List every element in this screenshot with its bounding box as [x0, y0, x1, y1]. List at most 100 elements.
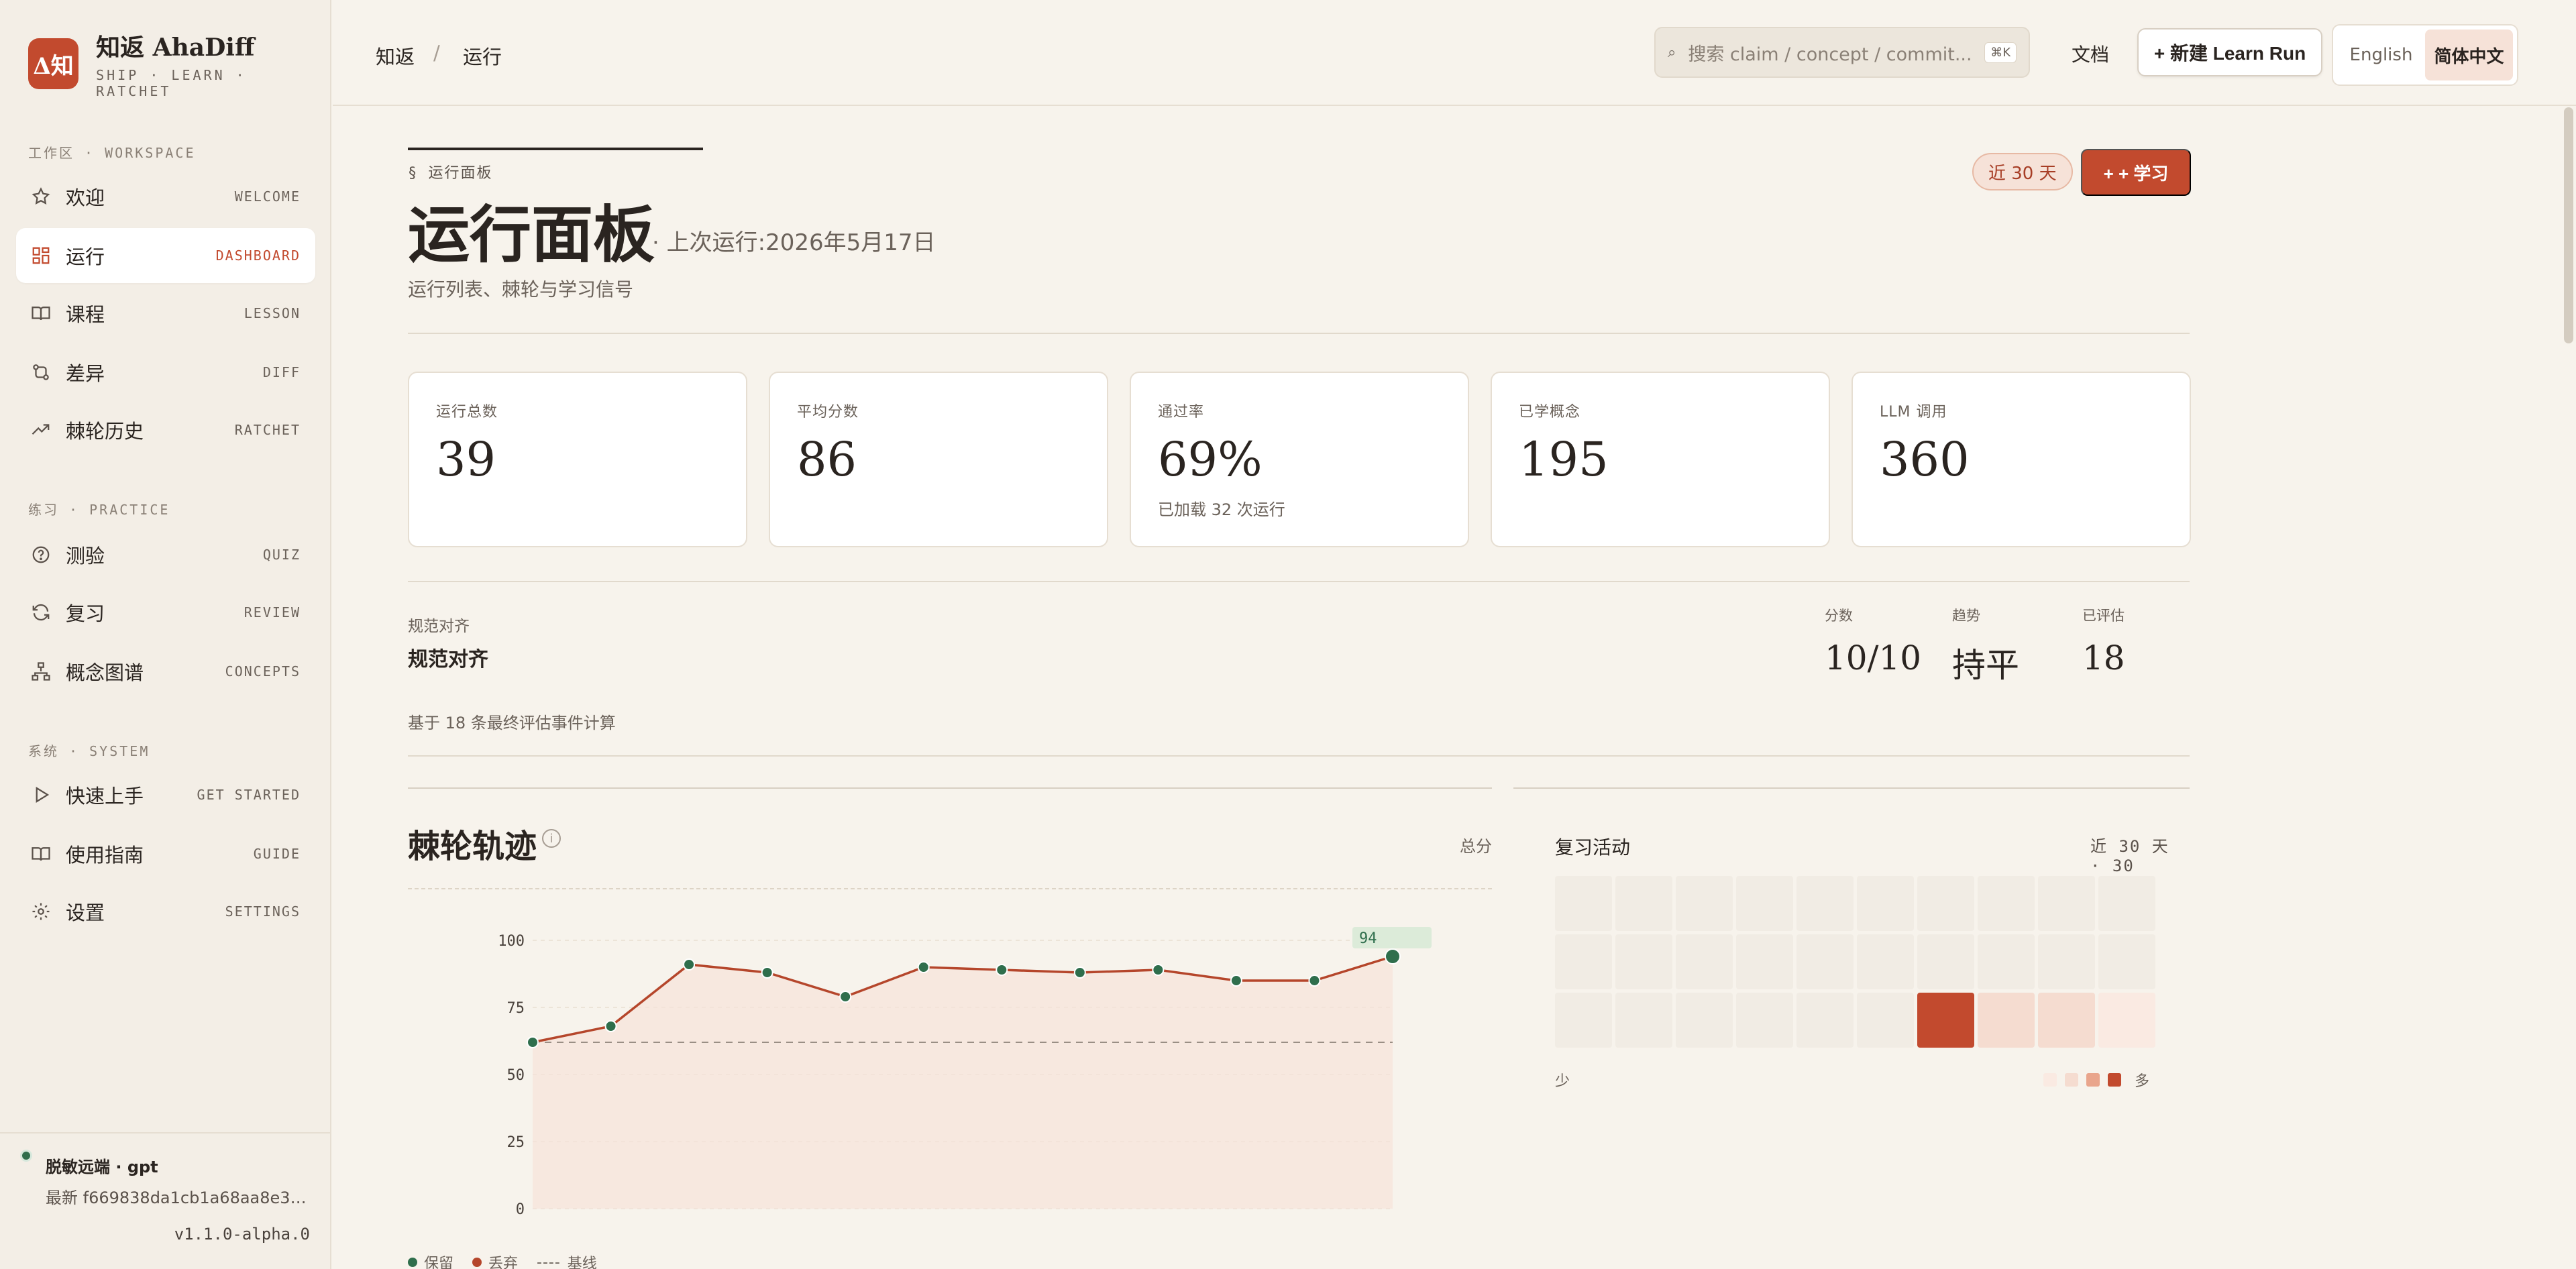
heatmap-cell[interactable] [2098, 876, 2155, 931]
sidebar-item-code: WELCOME [234, 188, 301, 205]
stat-sub: 已加载 32 次运行 [1158, 500, 1285, 519]
chart-metric-label: 总分 [1460, 837, 1492, 856]
new-learn-run-button[interactable]: + 新建 Learn Run [2137, 28, 2322, 76]
heatmap-cell[interactable] [2038, 993, 2095, 1048]
divider [408, 581, 2190, 582]
heatmap-cell[interactable] [1917, 993, 1974, 1048]
stat-value: 195 [1519, 432, 1609, 487]
question-icon [31, 545, 51, 565]
breadcrumb-root[interactable]: 知返 [376, 42, 415, 70]
heatmap-cell[interactable] [1978, 934, 2035, 989]
heatmap-cell[interactable] [1736, 993, 1793, 1048]
stat-card-pass-rate: 通过率 69% 已加载 32 次运行 [1130, 372, 1469, 547]
activity-title: 复习活动 [1555, 836, 1631, 859]
sidebar-item-code: DASHBOARD [215, 247, 301, 264]
sidebar-item-label: 概念图谱 [66, 661, 144, 684]
y-tick-label: 75 [507, 1000, 525, 1017]
sidebar-item-diff[interactable]: 差异 DIFF [16, 345, 315, 400]
page-scrollbar[interactable] [2564, 107, 2573, 343]
data-point [1385, 948, 1401, 964]
period-badge[interactable]: 近 30 天 [1972, 153, 2073, 190]
title-rule [408, 148, 703, 150]
brand-name: 知返 AhaDiff [96, 34, 255, 62]
heatmap-cell[interactable] [1615, 876, 1672, 931]
metric-label: 分数 [1825, 608, 1853, 624]
learn-button[interactable]: + + 学习 [2081, 149, 2191, 196]
metric-value: 10/10 [1825, 639, 1922, 677]
heatmap-cell[interactable] [1917, 934, 1974, 989]
sidebar-item-code: LESSON [244, 305, 301, 321]
panel-rule [1513, 787, 2190, 789]
sidebar-item-review[interactable]: 复习 REVIEW [16, 585, 315, 640]
heatmap-cell[interactable] [1555, 876, 1612, 931]
latest-commit[interactable]: 最新 f669838da1cb1a68aa8e343... [46, 1184, 314, 1208]
chart-title: 棘轮轨迹 [408, 828, 537, 865]
heatmap-cell[interactable] [1615, 993, 1672, 1048]
spec-label: 规范对齐 [408, 618, 470, 635]
heatmap-cell[interactable] [1796, 876, 1854, 931]
sidebar-item-code: DIFF [262, 364, 301, 380]
sidebar-item-quiz[interactable]: 测验 QUIZ [16, 527, 315, 582]
heatmap-cell[interactable] [1555, 993, 1612, 1048]
nav-section-practice: 练习 · PRACTICE [28, 502, 170, 518]
spec-title: 规范对齐 [408, 648, 488, 671]
search-shortcut: ⌘K [1984, 42, 2017, 63]
heatmap-cell[interactable] [1917, 876, 1974, 931]
heatmap-cell[interactable] [1555, 934, 1612, 989]
heatmap-cell[interactable] [1857, 993, 1914, 1048]
data-point [1308, 975, 1321, 987]
stat-value: 86 [797, 432, 857, 487]
legend-label: 保留 [424, 1256, 454, 1269]
ratchet-chart-panel: 棘轮轨迹 i 总分 0 25 50 75 100 94 [408, 787, 1492, 1269]
heatmap-cell[interactable] [2038, 876, 2095, 931]
stat-card-llm-calls: LLM 调用 360 [1851, 372, 2191, 547]
graph-icon [31, 661, 51, 681]
stat-label: 平均分数 [797, 404, 859, 421]
search-input[interactable]: ⌕ 搜索 claim / concept / commit... ⌘K [1654, 27, 2030, 78]
heatmap-cell[interactable] [1676, 876, 1733, 931]
docs-link[interactable]: 文档 [2072, 40, 2109, 67]
data-point [917, 961, 930, 973]
brand[interactable]: Δ知 知返 AhaDiff SHIP · LEARN · RATCHET [28, 28, 330, 99]
heatmap-cell[interactable] [1736, 934, 1793, 989]
sidebar-item-settings[interactable]: 设置 SETTINGS [16, 884, 315, 939]
sidebar-item-label: 测验 [66, 545, 105, 567]
sidebar-item-dashboard[interactable]: 运行 DASHBOARD [16, 228, 315, 283]
data-point [683, 958, 696, 971]
panel-rule [408, 787, 1492, 789]
heatmap-cell[interactable] [1736, 876, 1793, 931]
heatmap-cell[interactable] [1978, 993, 2035, 1048]
nav-section-system: 系统 · SYSTEM [28, 743, 150, 759]
metric-label: 已评估 [2082, 608, 2125, 624]
sidebar-item-welcome[interactable]: 欢迎 WELCOME [16, 169, 315, 224]
heatmap-cell[interactable] [1676, 993, 1733, 1048]
heatmap-cell[interactable] [1857, 934, 1914, 989]
heatmap-cell[interactable] [1857, 876, 1914, 931]
heatmap-cell[interactable] [1978, 876, 2035, 931]
heatmap-cell[interactable] [1796, 993, 1854, 1048]
info-icon[interactable]: i [542, 829, 561, 848]
ratchet-chart: 0 25 50 75 100 94 [498, 927, 1432, 1218]
lang-zh-cn[interactable]: 简体中文 [2425, 30, 2513, 80]
last-run: · 上次运行:2026年5月17日 [652, 229, 936, 256]
y-tick-label: 100 [498, 933, 525, 950]
activity-heatmap [1555, 876, 2155, 1048]
activity-range: 近 30 天 · 30 [2090, 837, 2169, 875]
breadcrumb-separator: / [433, 42, 440, 64]
heatmap-cell[interactable] [2038, 934, 2095, 989]
stat-label: 已学概念 [1519, 404, 1581, 421]
heatmap-cell[interactable] [1615, 934, 1672, 989]
sidebar-item-concepts[interactable]: 概念图谱 CONCEPTS [16, 644, 315, 699]
sidebar: Δ知 知返 AhaDiff SHIP · LEARN · RATCHET 工作区… [0, 0, 331, 1269]
sidebar-item-ratchet[interactable]: 棘轮历史 RATCHET [16, 402, 315, 457]
sidebar-item-guide[interactable]: 使用指南 GUIDE [16, 826, 315, 881]
heatmap-cell[interactable] [1796, 934, 1854, 989]
sidebar-item-get-started[interactable]: 快速上手 GET STARTED [16, 767, 315, 822]
lang-english[interactable]: English [2337, 30, 2425, 80]
heatmap-cell[interactable] [2098, 934, 2155, 989]
sidebar-item-lesson[interactable]: 课程 LESSON [16, 286, 315, 341]
y-tick-label: 50 [507, 1067, 525, 1084]
metric-value: 18 [2082, 639, 2125, 677]
heatmap-cell[interactable] [1676, 934, 1733, 989]
heatmap-cell[interactable] [2098, 993, 2155, 1048]
